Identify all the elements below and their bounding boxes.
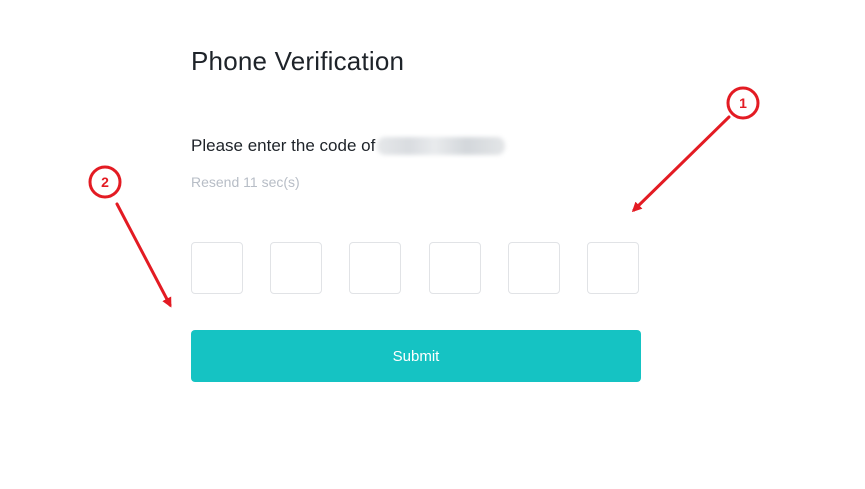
- resend-countdown[interactable]: Resend 11 sec(s): [191, 174, 300, 190]
- code-digit-input-1[interactable]: [191, 242, 243, 294]
- code-digit-input-4[interactable]: [429, 242, 481, 294]
- callout-circle-2: [88, 165, 122, 199]
- code-digit-input-3[interactable]: [349, 242, 401, 294]
- callout-circle-1: [726, 86, 760, 120]
- code-digit-input-6[interactable]: [587, 242, 639, 294]
- masked-phone-number: [377, 137, 506, 155]
- callout-number-1: 1: [739, 95, 747, 111]
- page-title: Phone Verification: [191, 46, 405, 76]
- code-digit-input-2[interactable]: [270, 242, 322, 294]
- callout-arrow-1: [631, 115, 731, 213]
- code-prompt-text: Please enter the code of: [191, 136, 376, 155]
- code-prompt: Please enter the code of: [191, 136, 506, 156]
- submit-button[interactable]: Submit: [191, 330, 641, 382]
- code-digit-input-5[interactable]: [508, 242, 560, 294]
- callout-arrow-2: [115, 202, 172, 308]
- callout-number-2: 2: [101, 174, 109, 190]
